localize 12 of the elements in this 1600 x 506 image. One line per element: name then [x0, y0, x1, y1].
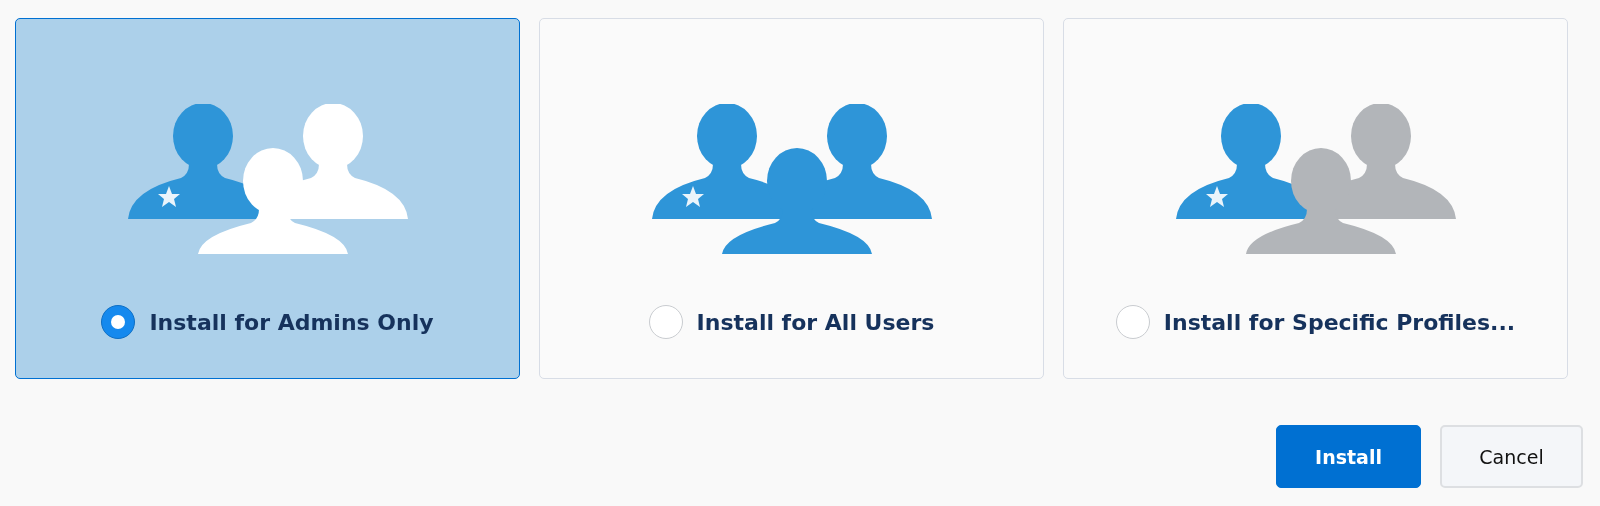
users-icon [127, 104, 408, 254]
users-icon [651, 104, 932, 254]
users-icon [1175, 104, 1456, 254]
radio-button[interactable] [101, 305, 136, 339]
cancel-button[interactable]: Cancel [1440, 425, 1583, 488]
option-card[interactable]: Install for Admins Only [15, 18, 520, 379]
install-button[interactable]: Install [1276, 425, 1421, 488]
option-card[interactable]: Install for Specific Profiles... [1063, 18, 1568, 379]
option-label: Install for Specific Profiles... [1163, 309, 1516, 335]
option-card[interactable]: Install for All Users [539, 18, 1044, 379]
option-label: Install for All Users [696, 309, 935, 335]
option-label: Install for Admins Only [149, 309, 434, 335]
